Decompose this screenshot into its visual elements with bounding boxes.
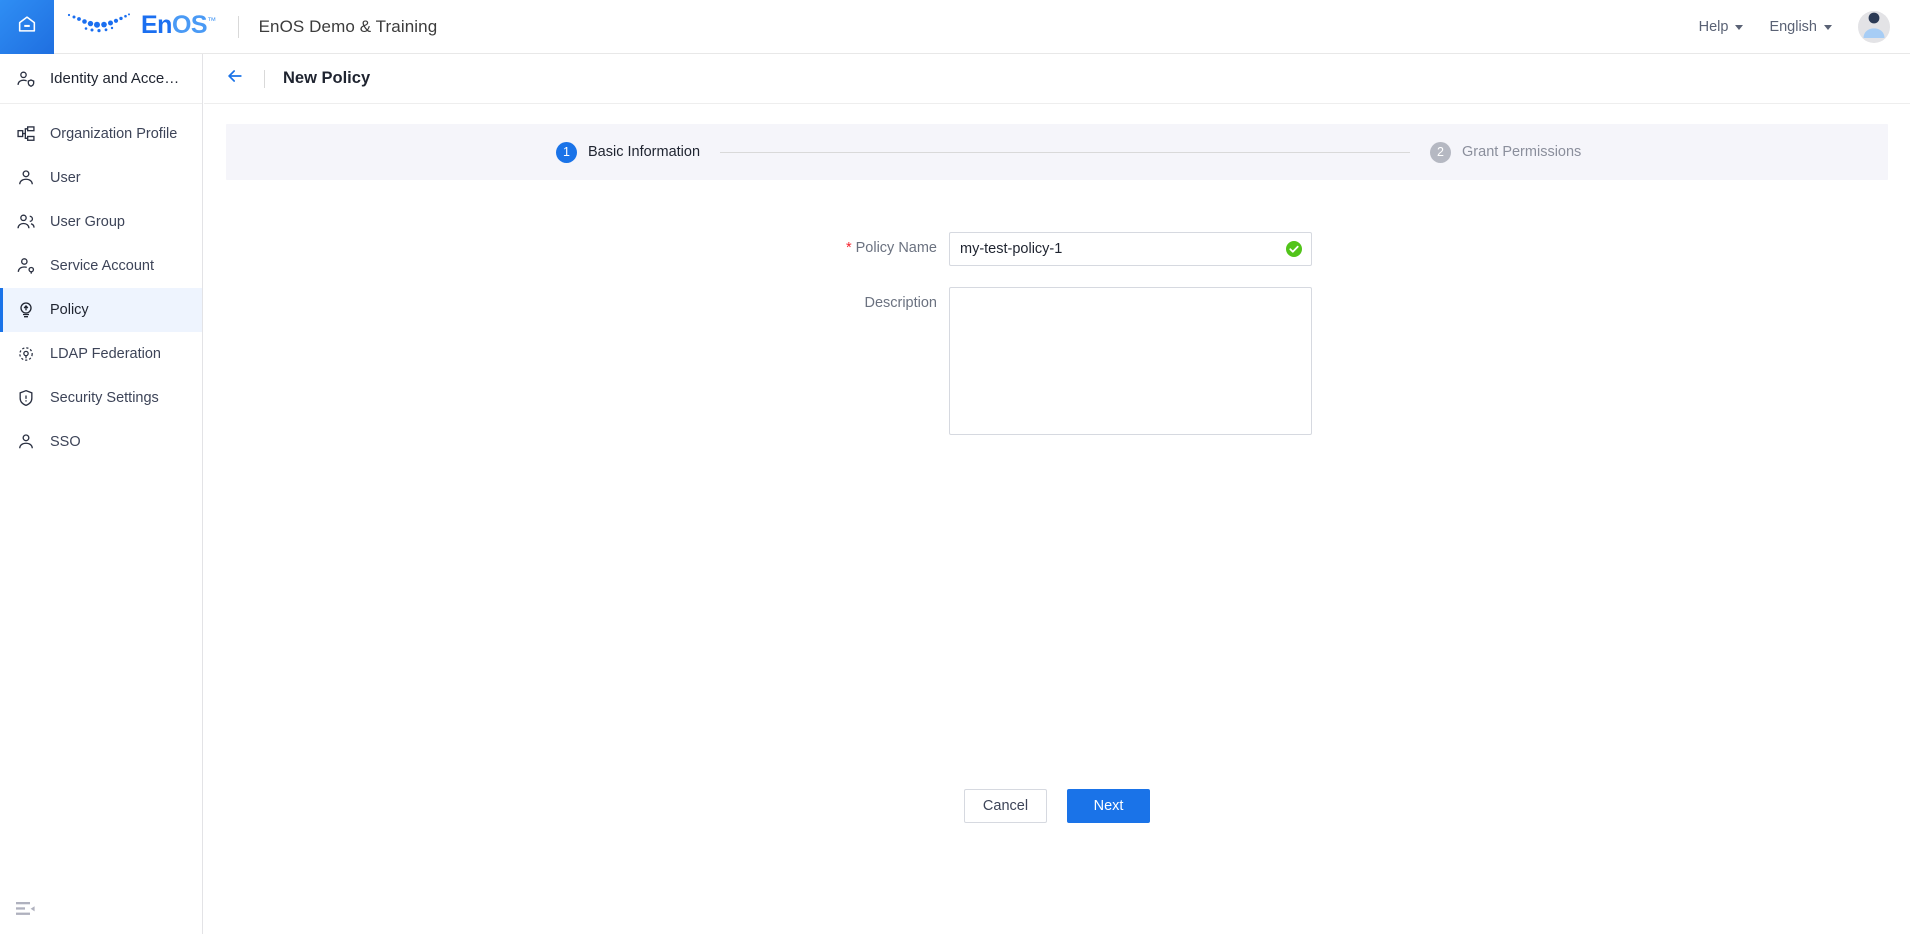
sidebar-header-label: Identity and Acce… — [50, 70, 180, 87]
step-number: 2 — [1430, 141, 1452, 163]
description-textarea[interactable] — [949, 287, 1312, 435]
description-row: Description — [226, 287, 1888, 440]
topbar-actions: Help English — [1699, 10, 1910, 43]
sidebar-item-security-settings[interactable]: Security Settings — [0, 376, 202, 420]
basic-information-form: *Policy Name Description — [226, 180, 1888, 440]
shield-icon — [16, 388, 36, 408]
help-menu[interactable]: Help — [1699, 19, 1744, 35]
home-button[interactable] — [0, 0, 54, 54]
sidebar-item-sso[interactable]: SSO — [0, 420, 202, 464]
sidebar-menu: Organization Profile User User Group Ser… — [0, 104, 202, 464]
wizard-stepper: 1 Basic Information 2 Grant Permissions — [226, 124, 1888, 180]
sidebar-item-user[interactable]: User — [0, 156, 202, 200]
collapse-sidebar-button[interactable] — [16, 901, 35, 922]
logo-en-text: En — [141, 11, 172, 39]
description-control — [949, 287, 1888, 440]
sso-user-icon — [16, 432, 36, 452]
back-arrow-icon — [224, 66, 246, 91]
language-label: English — [1769, 18, 1817, 35]
sidebar-item-policy[interactable]: Policy — [0, 288, 202, 332]
page-container: New Policy 1 Basic Information 2 Grant P… — [204, 54, 1910, 934]
service-account-icon — [16, 256, 36, 276]
sidebar-item-label: User Group — [50, 214, 125, 230]
policy-name-label: * Policy Name — [226, 232, 949, 266]
policy-name-control — [949, 232, 1888, 266]
policy-name-input-wrap — [949, 232, 1312, 266]
logo-os-text: OS — [171, 11, 208, 39]
back-button[interactable] — [224, 66, 246, 91]
topbar-divider — [237, 15, 239, 38]
collapse-sidebar-icon — [16, 902, 35, 921]
page-title: New Policy — [283, 69, 371, 87]
sidebar-item-ldap-federation[interactable]: LDAP Federation — [0, 332, 202, 376]
sidebar-item-label: SSO — [50, 434, 81, 450]
description-label: Description — [864, 295, 937, 311]
required-marker: * — [845, 240, 852, 256]
step-label: Grant Permissions — [1462, 144, 1582, 160]
sidebar-item-label: LDAP Federation — [50, 346, 161, 362]
language-menu[interactable]: English — [1769, 19, 1832, 35]
step-connector-line — [720, 151, 1411, 153]
enos-wordmark: EnOS™ — [141, 13, 216, 38]
cancel-button[interactable]: Cancel — [963, 789, 1048, 823]
enos-smile-dots-icon — [66, 10, 132, 43]
sidebar-header: Identity and Acce… — [0, 54, 202, 104]
green-check-icon — [1286, 241, 1302, 257]
sidebar-item-label: Organization Profile — [50, 126, 178, 142]
chevron-down-icon — [1824, 25, 1832, 30]
page-content: 1 Basic Information 2 Grant Permissions … — [204, 104, 1910, 823]
step-basic-information[interactable]: 1 Basic Information — [556, 141, 701, 163]
identity-user-shield-icon — [16, 69, 36, 89]
step-number: 1 — [556, 141, 577, 163]
chevron-down-icon — [1735, 25, 1744, 30]
org-chart-icon — [16, 124, 36, 144]
sidebar-item-service-account[interactable]: Service Account — [0, 244, 202, 288]
policy-bulb-icon — [16, 300, 36, 320]
organization-title: EnOS Demo & Training — [258, 16, 438, 36]
sidebar-item-label: Security Settings — [50, 390, 159, 406]
policy-name-input[interactable] — [949, 232, 1312, 266]
home-icon — [16, 13, 38, 40]
sidebar-item-label: User — [50, 170, 81, 186]
user-group-icon — [16, 212, 36, 232]
sidebar-item-label: Policy — [50, 302, 89, 318]
user-avatar-icon — [1858, 10, 1890, 43]
avatar[interactable] — [1858, 10, 1890, 43]
step-grant-permissions[interactable]: 2 Grant Permissions — [1430, 141, 1582, 163]
sidebar-item-label: Service Account — [50, 258, 154, 274]
header-divider — [264, 69, 265, 88]
sidebar-item-user-group[interactable]: User Group — [0, 200, 202, 244]
page-header: New Policy — [204, 54, 1910, 104]
enos-logo[interactable]: EnOS™ — [66, 10, 216, 43]
sidebar: Identity and Acce… Organization Profile — [0, 54, 203, 934]
top-bar: EnOS™ EnOS Demo & Training Help English — [0, 0, 1910, 54]
user-icon — [16, 168, 36, 188]
sidebar-item-organization-profile[interactable]: Organization Profile — [0, 112, 202, 156]
logo-trademark: ™ — [207, 15, 216, 26]
policy-name-row: * Policy Name — [226, 232, 1888, 266]
next-button[interactable]: Next — [1067, 789, 1151, 823]
policy-name-label-text: Policy Name — [855, 240, 937, 256]
form-actions: Cancel Next — [204, 789, 1910, 823]
step-label: Basic Information — [588, 144, 701, 160]
ldap-federation-icon — [16, 344, 36, 364]
help-label: Help — [1698, 18, 1729, 35]
